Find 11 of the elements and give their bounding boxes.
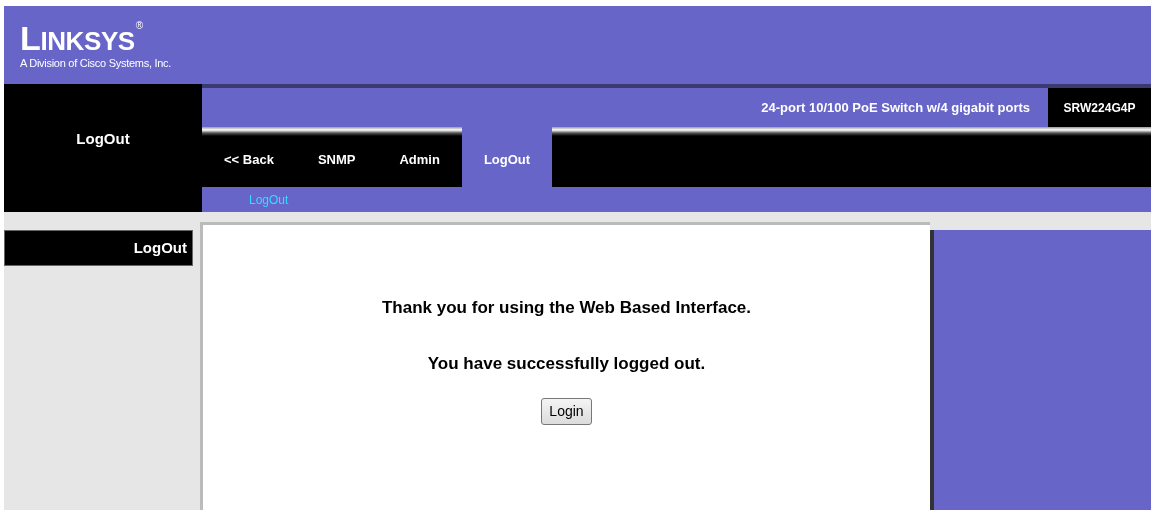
message-text: Thank you for using the Web Based Interface. xyxy=(382,297,751,319)
registered-mark: ® xyxy=(135,21,144,31)
nav-tab[interactable]: LogOut xyxy=(461,127,553,187)
message-text: You have successfully logged out. xyxy=(427,352,706,375)
logo-tagline: A Division of Cisco Systems, Inc. xyxy=(20,58,173,69)
login-button[interactable]: Login xyxy=(541,398,592,425)
logo-wordmark: LINKSYS xyxy=(20,21,135,55)
model-name: SRW224G4P xyxy=(1063,99,1136,117)
sidebar-item[interactable]: LogOut xyxy=(4,230,193,266)
section-title: LogOut xyxy=(76,129,130,149)
product-description: 24-port 10/100 PoE Switch w/4 gigabit ports xyxy=(761,98,1030,117)
